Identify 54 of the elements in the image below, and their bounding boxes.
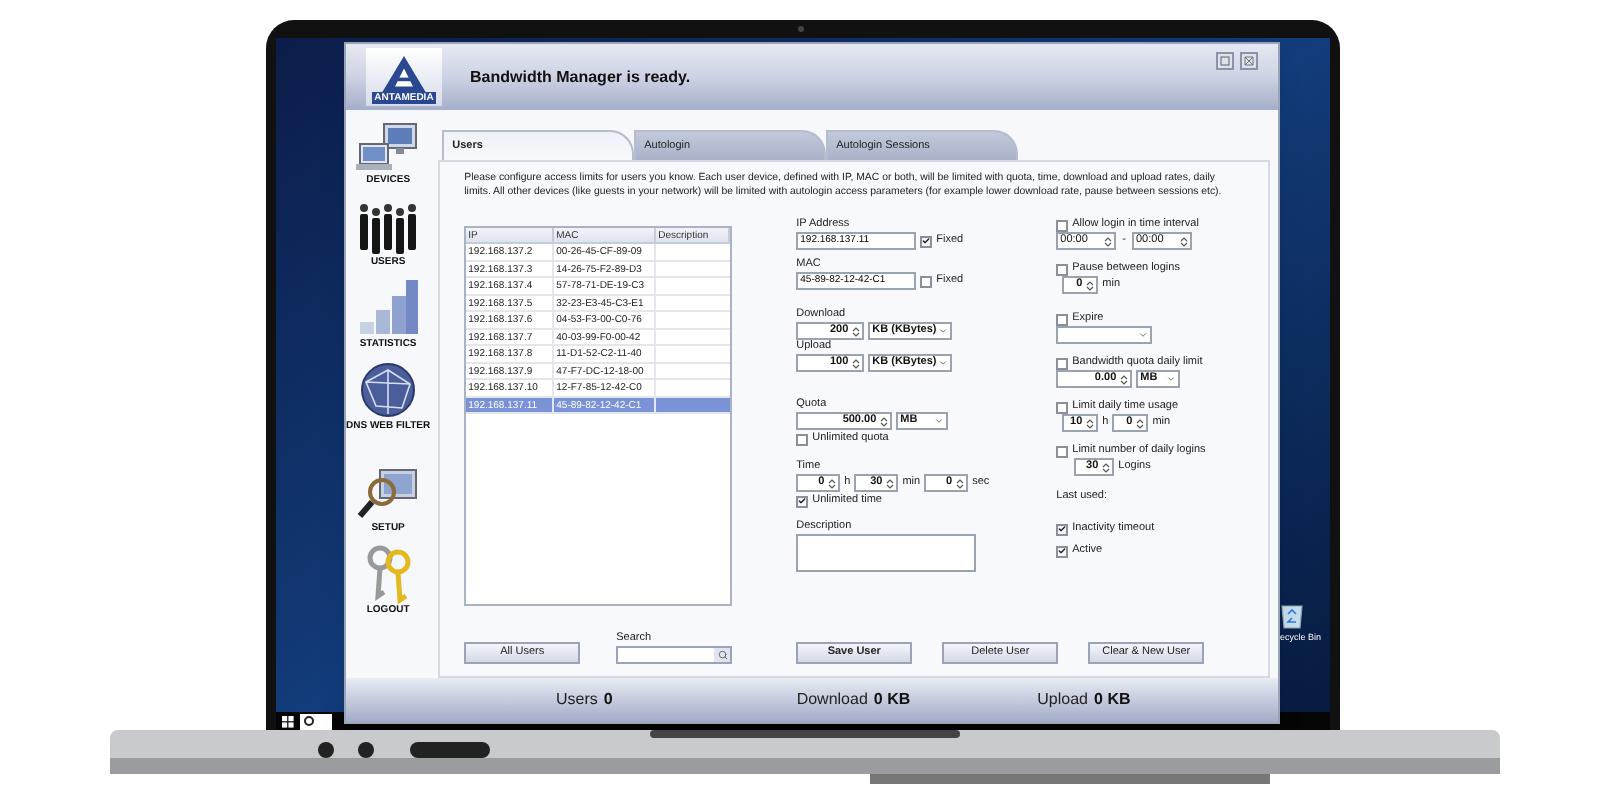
status-value: 0 KB: [1094, 690, 1131, 710]
chevron-down-icon: [1166, 374, 1177, 384]
spinner-icon[interactable]: [1136, 417, 1145, 429]
checkbox[interactable]: [1056, 263, 1069, 275]
status-value: 0 KB: [873, 690, 911, 710]
checkbox[interactable]: [1056, 357, 1069, 369]
status-label: Upload: [1037, 690, 1089, 710]
dropdown[interactable]: [1056, 326, 1153, 344]
spinner-icon[interactable]: [1104, 235, 1113, 247]
spinner-icon[interactable]: [1086, 279, 1095, 291]
computers-icon: [356, 122, 421, 174]
checkbox[interactable]: [1056, 219, 1069, 231]
chevron-down-icon: [938, 326, 949, 336]
search-field[interactable]: [616, 646, 733, 664]
spinner-icon[interactable]: [852, 357, 861, 369]
status-value: 0: [603, 690, 613, 710]
checkbox[interactable]: [796, 433, 809, 445]
keys-icon: [362, 544, 415, 604]
recycle-bin-icon[interactable]: [1280, 602, 1304, 630]
checkbox[interactable]: [1056, 445, 1069, 457]
globe-icon: [358, 360, 419, 420]
camera-icon: [798, 26, 804, 32]
spinner-icon[interactable]: [956, 477, 965, 489]
checkbox[interactable]: [796, 495, 809, 507]
taskbar-search-field[interactable]: [300, 713, 332, 729]
spinner-icon[interactable]: [828, 477, 837, 489]
spinner-icon[interactable]: [1179, 235, 1188, 247]
logo-triangle-icon: [382, 56, 426, 92]
spinner-icon[interactable]: [880, 415, 889, 427]
restore-icon: [1220, 56, 1230, 66]
chevron-down-icon: [1138, 330, 1149, 340]
checkbox[interactable]: [1056, 523, 1069, 535]
chevron-down-icon: [934, 416, 945, 426]
spinner-icon[interactable]: [1102, 461, 1111, 473]
status-label: Download: [796, 690, 868, 710]
checkbox[interactable]: [920, 235, 933, 247]
chevron-down-icon: [938, 358, 949, 368]
maximize-button[interactable]: [1240, 52, 1258, 70]
status-label: Users: [556, 690, 598, 710]
checkbox[interactable]: [1056, 545, 1069, 557]
spinner-icon[interactable]: [1086, 417, 1095, 429]
checkbox[interactable]: [1056, 401, 1069, 413]
spinner-icon[interactable]: [886, 477, 895, 489]
magnifier-monitor-icon: [356, 466, 421, 522]
description-field[interactable]: [796, 534, 977, 572]
expand-icon: [1244, 56, 1254, 66]
window-title: Bandwidth Manager is ready.: [470, 67, 693, 87]
spinner-icon[interactable]: [1120, 373, 1129, 385]
bar-chart-icon: [356, 278, 421, 338]
search-icon[interactable]: [714, 648, 731, 662]
checkbox[interactable]: [920, 275, 933, 287]
windows-icon[interactable]: [282, 715, 294, 727]
spinner-icon[interactable]: [852, 325, 861, 337]
checkbox[interactable]: [1056, 313, 1069, 325]
